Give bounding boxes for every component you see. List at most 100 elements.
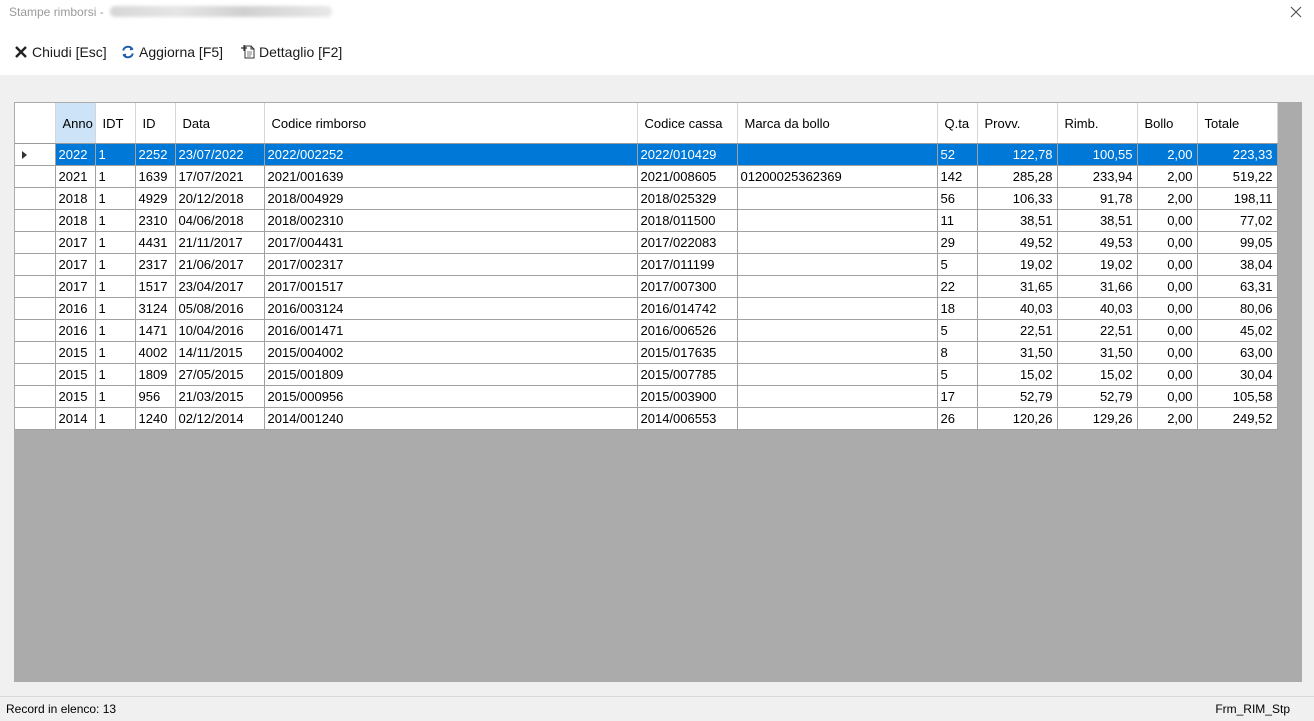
column-header[interactable]: IDT bbox=[95, 103, 136, 144]
grid-cell[interactable]: 0,00 bbox=[1137, 231, 1198, 254]
grid-cell[interactable]: 26 bbox=[937, 407, 978, 430]
grid-cell[interactable] bbox=[737, 253, 938, 276]
grid-cell[interactable]: 0,00 bbox=[1137, 341, 1198, 364]
grid-cell[interactable]: 63,00 bbox=[1197, 341, 1278, 364]
grid-cell[interactable]: 105,58 bbox=[1197, 385, 1278, 408]
grid-cell[interactable]: 2015 bbox=[55, 363, 96, 386]
table-row[interactable]: 2017 1 1517 23/04/2017 2017/001517 2017/00730… bbox=[15, 275, 1278, 298]
column-header[interactable]: Provv. bbox=[977, 103, 1058, 144]
grid-cell[interactable]: 20/12/2018 bbox=[175, 187, 265, 210]
grid-cell[interactable]: 2021/001639 bbox=[264, 165, 638, 188]
grid-cell[interactable]: 1 bbox=[95, 187, 136, 210]
grid-cell[interactable]: 2016/003124 bbox=[264, 297, 638, 320]
table-row[interactable]: 2018 1 2310 04/06/2018 2018/002310 2018/01150… bbox=[15, 209, 1278, 232]
grid-cell[interactable]: 2,00 bbox=[1137, 187, 1198, 210]
grid-cell[interactable]: 91,78 bbox=[1057, 187, 1138, 210]
grid-cell[interactable]: 2017/004431 bbox=[264, 231, 638, 254]
column-header[interactable]: Codice rimborso bbox=[264, 103, 638, 144]
row-header[interactable] bbox=[15, 297, 56, 320]
grid-cell[interactable]: 31,65 bbox=[977, 275, 1058, 298]
grid-cell[interactable] bbox=[737, 187, 938, 210]
grid-cell[interactable]: 106,33 bbox=[977, 187, 1058, 210]
grid-cell[interactable]: 19,02 bbox=[977, 253, 1058, 276]
table-row[interactable]: 2017 1 2317 21/06/2017 2017/002317 2017/01119… bbox=[15, 253, 1278, 276]
row-header[interactable] bbox=[15, 363, 56, 386]
grid-cell[interactable]: 0,00 bbox=[1137, 209, 1198, 232]
grid-cell[interactable]: 2015/000956 bbox=[264, 385, 638, 408]
grid-cell[interactable]: 142 bbox=[937, 165, 978, 188]
grid-cell[interactable]: 63,31 bbox=[1197, 275, 1278, 298]
grid-cell[interactable]: 45,02 bbox=[1197, 319, 1278, 342]
grid-cell[interactable]: 30,04 bbox=[1197, 363, 1278, 386]
table-row[interactable]: 2021 1 1639 17/07/2021 2021/001639 2021/00860… bbox=[15, 165, 1278, 188]
grid-cell[interactable]: 3124 bbox=[135, 297, 176, 320]
refresh-button[interactable]: Aggiorna [F5] bbox=[120, 44, 223, 60]
row-header[interactable] bbox=[15, 407, 56, 430]
column-header[interactable]: Totale bbox=[1197, 103, 1278, 144]
grid-cell[interactable]: 2018/002310 bbox=[264, 209, 638, 232]
grid-cell[interactable]: 2018/011500 bbox=[637, 209, 738, 232]
grid-cell[interactable]: 2310 bbox=[135, 209, 176, 232]
row-header[interactable] bbox=[15, 187, 56, 210]
grid-cell[interactable]: 1 bbox=[95, 341, 136, 364]
close-button[interactable]: Chiudi [Esc] bbox=[13, 44, 107, 60]
grid-cell[interactable]: 2014/006553 bbox=[637, 407, 738, 430]
grid-cell[interactable]: 21/06/2017 bbox=[175, 253, 265, 276]
window-close-button[interactable] bbox=[1286, 3, 1306, 23]
grid-cell[interactable]: 2015/017635 bbox=[637, 341, 738, 364]
row-header[interactable] bbox=[15, 319, 56, 342]
grid-cell[interactable]: 1517 bbox=[135, 275, 176, 298]
grid-cell[interactable]: 10/04/2016 bbox=[175, 319, 265, 342]
row-header[interactable] bbox=[15, 253, 56, 276]
grid-cell[interactable]: 23/07/2022 bbox=[175, 143, 265, 166]
grid-cell[interactable]: 49,52 bbox=[977, 231, 1058, 254]
grid-cell[interactable]: 2017/022083 bbox=[637, 231, 738, 254]
grid-cell[interactable]: 2016/001471 bbox=[264, 319, 638, 342]
grid-cell[interactable]: 8 bbox=[937, 341, 978, 364]
row-header[interactable] bbox=[15, 209, 56, 232]
grid-cell[interactable] bbox=[737, 319, 938, 342]
grid-cell[interactable]: 11 bbox=[937, 209, 978, 232]
grid-cell[interactable]: 2016/014742 bbox=[637, 297, 738, 320]
grid-cell[interactable]: 2014 bbox=[55, 407, 96, 430]
grid-cell[interactable]: 4431 bbox=[135, 231, 176, 254]
grid-cell[interactable]: 2018 bbox=[55, 187, 96, 210]
grid-cell[interactable] bbox=[737, 297, 938, 320]
row-header[interactable] bbox=[15, 143, 56, 166]
grid-cell[interactable]: 14/11/2015 bbox=[175, 341, 265, 364]
grid-cell[interactable]: 2017/011199 bbox=[637, 253, 738, 276]
grid-cell[interactable]: 21/11/2017 bbox=[175, 231, 265, 254]
grid-cell[interactable]: 99,05 bbox=[1197, 231, 1278, 254]
grid-cell[interactable] bbox=[737, 231, 938, 254]
grid-cell[interactable]: 0,00 bbox=[1137, 319, 1198, 342]
grid-cell[interactable]: 52 bbox=[937, 143, 978, 166]
grid-cell[interactable]: 129,26 bbox=[1057, 407, 1138, 430]
grid-cell[interactable]: 04/06/2018 bbox=[175, 209, 265, 232]
grid-cell[interactable]: 2015 bbox=[55, 341, 96, 364]
grid-cell[interactable]: 31,50 bbox=[977, 341, 1058, 364]
table-row[interactable]: 2014 1 1240 02/12/2014 2014/001240 2014/00655… bbox=[15, 407, 1278, 430]
grid-cell[interactable]: 5 bbox=[937, 253, 978, 276]
grid-cell[interactable]: 1 bbox=[95, 319, 136, 342]
column-header[interactable]: Codice cassa bbox=[637, 103, 738, 144]
grid-cell[interactable]: 15,02 bbox=[977, 363, 1058, 386]
grid-cell[interactable]: 49,53 bbox=[1057, 231, 1138, 254]
column-header[interactable]: ID bbox=[135, 103, 176, 144]
column-header[interactable]: Q.ta bbox=[937, 103, 978, 144]
table-row[interactable]: 2016 1 1471 10/04/2016 2016/001471 2016/00652… bbox=[15, 319, 1278, 342]
grid-cell[interactable]: 956 bbox=[135, 385, 176, 408]
grid-cell[interactable]: 1240 bbox=[135, 407, 176, 430]
grid-cell[interactable]: 1 bbox=[95, 297, 136, 320]
table-row[interactable]: 2022 1 2252 23/07/2022 2022/002252 2022/01042… bbox=[15, 143, 1278, 166]
grid-cell[interactable]: 80,06 bbox=[1197, 297, 1278, 320]
grid-cell[interactable]: 1 bbox=[95, 407, 136, 430]
grid-cell[interactable]: 0,00 bbox=[1137, 253, 1198, 276]
row-header[interactable] bbox=[15, 275, 56, 298]
grid-cell[interactable]: 0,00 bbox=[1137, 385, 1198, 408]
column-header[interactable]: Rimb. bbox=[1057, 103, 1138, 144]
grid-cell[interactable]: 05/08/2016 bbox=[175, 297, 265, 320]
grid-cell[interactable]: 2018 bbox=[55, 209, 96, 232]
grid-cell[interactable]: 1 bbox=[95, 143, 136, 166]
grid-cell[interactable]: 120,26 bbox=[977, 407, 1058, 430]
grid-cell[interactable]: 2014/001240 bbox=[264, 407, 638, 430]
